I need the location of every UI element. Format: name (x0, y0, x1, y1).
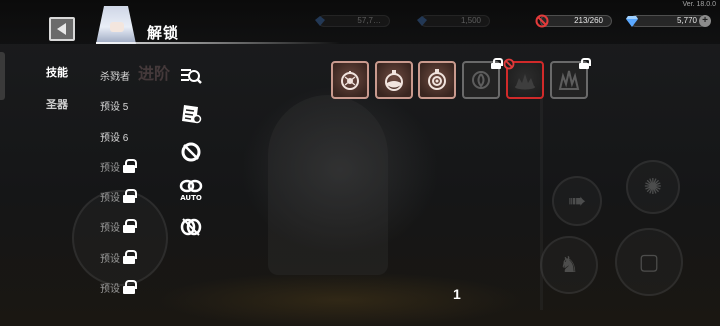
preset-item[interactable]: 杀戮者 (100, 67, 130, 83)
preset-item-locked[interactable]: 预设 (100, 188, 137, 204)
resource-ghost-2: 1,500 (417, 15, 490, 27)
link-icon[interactable] (178, 214, 204, 240)
jump-button[interactable]: ♞ (540, 236, 598, 294)
skill-slot-locked[interactable] (550, 58, 591, 99)
chat-button[interactable]: ▢ (615, 228, 683, 296)
preset-item-locked[interactable]: 预设 (100, 249, 137, 265)
page-title: 解锁 (147, 25, 180, 42)
swirl-icon (472, 71, 490, 89)
gem-icon (414, 13, 430, 29)
lock-icon (123, 159, 137, 173)
preset-item-locked[interactable]: 预设 (100, 279, 137, 295)
stamina-counter[interactable]: 213/260 (535, 14, 612, 28)
tab-skills[interactable]: 技能 (46, 64, 68, 80)
preset-label: 预设 (100, 192, 120, 204)
spikes-icon (558, 70, 580, 90)
skill-slot[interactable] (331, 61, 369, 99)
version-label: Ver. 18.0.0 (682, 1, 716, 8)
dash-button[interactable]: ➠ (552, 176, 602, 226)
auto-badge-text: AUTO (180, 194, 202, 202)
ban-icon (534, 13, 550, 29)
preset-label: 预设 (100, 253, 120, 265)
gear-orb-icon (341, 71, 359, 90)
preset-item[interactable]: 预设 5 (100, 97, 128, 113)
side-drawer-handle[interactable] (0, 52, 5, 100)
title-underline (96, 42, 340, 44)
lock-icon (123, 280, 137, 294)
lock-icon (123, 250, 137, 264)
resource-ghost-1: 57,7… (315, 15, 390, 27)
chat-icon: ▢ (638, 249, 660, 274)
boot-icon: ♞ (559, 252, 579, 277)
skill-slot[interactable] (375, 61, 413, 99)
preset-label: 预设 (100, 222, 120, 234)
diamond-value: 5,770 (676, 16, 697, 25)
scroll-icon[interactable] (178, 101, 204, 127)
ban-icon (503, 57, 515, 70)
skill-slot[interactable] (418, 61, 456, 99)
back-arrow-icon (57, 23, 66, 35)
skill-slot-locked[interactable] (462, 58, 503, 99)
tab-relics[interactable]: 圣器 (46, 96, 68, 112)
preset-label: 预设 5 (100, 101, 129, 113)
crown-flame-icon (515, 74, 535, 90)
preset-item[interactable]: 预设 6 (100, 128, 128, 144)
skill-button[interactable]: ✺ (626, 160, 680, 214)
preset-label: 杀戮者 (100, 71, 130, 83)
preset-label: 预设 (100, 162, 120, 174)
eye-orb-icon (428, 69, 446, 90)
add-diamond-button[interactable]: + (699, 15, 711, 27)
lock-icon (491, 58, 503, 69)
stamina-value: 213/260 (574, 16, 603, 25)
back-button[interactable] (49, 17, 75, 41)
preset-item-locked[interactable]: 预设 (100, 158, 137, 174)
page-number: 1 (453, 286, 461, 302)
diamond-icon (624, 13, 640, 29)
preset-label: 预设 (100, 283, 120, 295)
gem-icon (312, 13, 328, 29)
resource-value: 57,7… (357, 16, 381, 25)
dash-icon: ➠ (567, 188, 587, 213)
ring-icon[interactable] (178, 139, 204, 165)
auto-icon[interactable]: AUTO (178, 177, 204, 203)
preset-item-locked[interactable]: 预设 (100, 218, 137, 234)
lock-icon (123, 219, 137, 233)
lock-icon (123, 189, 137, 203)
search-filter-icon[interactable] (178, 63, 204, 89)
lock-icon (579, 58, 591, 69)
preset-label: 预设 6 (100, 132, 129, 144)
potion-icon (385, 70, 403, 91)
diamond-counter[interactable]: 5,770 + (626, 15, 711, 27)
joystick[interactable] (72, 190, 168, 286)
skill-slot-disabled[interactable] (503, 58, 544, 99)
background-text: 进阶 (138, 66, 171, 83)
sparkle-icon: ✺ (643, 174, 663, 199)
background-pillar (268, 95, 388, 275)
resource-value: 1,500 (460, 16, 481, 25)
